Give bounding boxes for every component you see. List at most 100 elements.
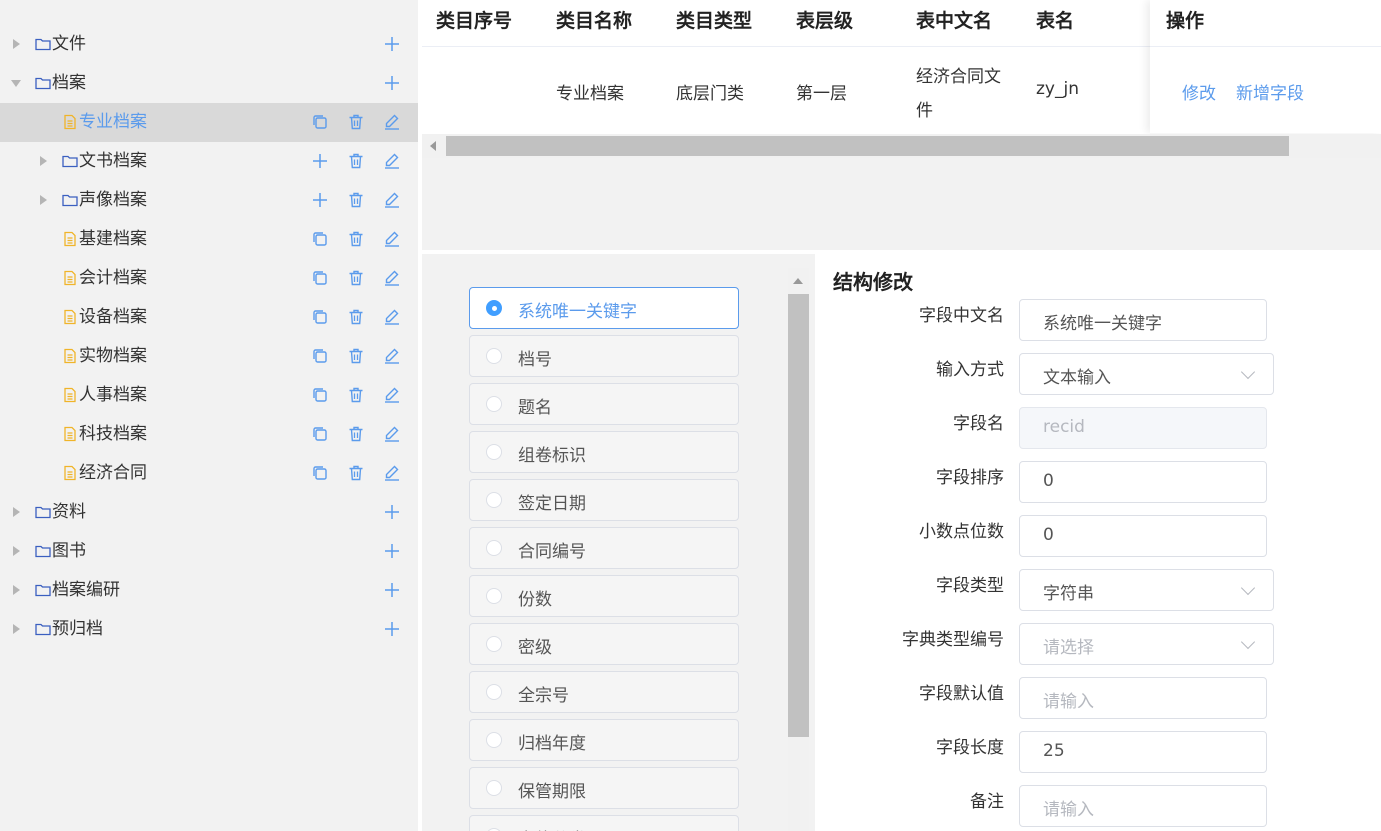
table-horizontal-scrollbar[interactable] [422, 134, 1381, 158]
chevron-down-icon[interactable] [1240, 634, 1256, 650]
delete-icon[interactable] [347, 269, 365, 287]
copy-icon[interactable] [311, 464, 329, 482]
form-input[interactable]: 0 [1019, 515, 1267, 557]
field-radio-option[interactable]: 档号 [469, 335, 739, 377]
chevron-down-icon[interactable] [1240, 364, 1256, 380]
field-radio-option[interactable]: 归档年度 [469, 719, 739, 761]
tree-item[interactable]: 预归档 [0, 610, 418, 649]
edit-icon[interactable] [383, 308, 401, 326]
field-radio-option[interactable]: 系统唯一关键字 [469, 287, 739, 329]
tree-item[interactable]: 经济合同 [0, 454, 418, 493]
tree-item[interactable]: 人事档案 [0, 376, 418, 415]
add-field-link[interactable]: 新增字段 [1236, 79, 1304, 104]
copy-icon[interactable] [311, 308, 329, 326]
tree-item[interactable]: 实物档案 [0, 337, 418, 376]
caret-right-icon[interactable] [13, 585, 20, 595]
add-icon[interactable] [383, 35, 401, 53]
radio-circle-icon[interactable] [486, 348, 502, 364]
radio-circle-icon[interactable] [486, 444, 502, 460]
edit-icon[interactable] [383, 191, 401, 209]
edit-icon[interactable] [383, 230, 401, 248]
radio-circle-icon[interactable] [486, 684, 502, 700]
add-icon[interactable] [383, 74, 401, 92]
scroll-left-arrow-icon[interactable] [430, 141, 436, 151]
field-radio-option[interactable]: 合同编号 [469, 527, 739, 569]
scroll-up-arrow-icon[interactable] [793, 278, 803, 284]
tree-item[interactable]: 资料 [0, 493, 418, 532]
caret-right-icon[interactable] [13, 39, 20, 49]
field-radio-option[interactable]: 密级 [469, 623, 739, 665]
edit-icon[interactable] [383, 347, 401, 365]
radio-circle-icon[interactable] [486, 780, 502, 796]
field-radio-option[interactable]: 组卷标识 [469, 431, 739, 473]
delete-icon[interactable] [347, 347, 365, 365]
delete-icon[interactable] [347, 191, 365, 209]
delete-icon[interactable] [347, 425, 365, 443]
radio-circle-icon[interactable] [486, 540, 502, 556]
tree-item[interactable]: 会计档案 [0, 259, 418, 298]
tree-item[interactable]: 基建档案 [0, 220, 418, 259]
tree-item[interactable]: 声像档案 [0, 181, 418, 220]
delete-icon[interactable] [347, 464, 365, 482]
form-select[interactable]: 请选择 [1019, 623, 1274, 665]
form-select[interactable]: 文本输入 [1019, 353, 1274, 395]
field-radio-option[interactable]: 份数 [469, 575, 739, 617]
field-radio-option[interactable]: 题名 [469, 383, 739, 425]
add-icon[interactable] [311, 191, 329, 209]
copy-icon[interactable] [311, 425, 329, 443]
chevron-down-icon[interactable] [1240, 580, 1256, 596]
scroll-thumb[interactable] [788, 294, 809, 737]
radio-circle-icon[interactable] [486, 732, 502, 748]
add-icon[interactable] [383, 503, 401, 521]
scroll-thumb[interactable] [446, 136, 1289, 156]
caret-right-icon[interactable] [40, 195, 47, 205]
caret-right-icon[interactable] [13, 546, 20, 556]
radio-circle-icon[interactable] [486, 588, 502, 604]
field-list-scrollbar[interactable] [788, 268, 809, 831]
copy-icon[interactable] [311, 347, 329, 365]
tree-item[interactable]: 科技档案 [0, 415, 418, 454]
radio-circle-icon[interactable] [486, 492, 502, 508]
field-radio-option[interactable]: 保管期限 [469, 767, 739, 809]
tree-item[interactable]: 档案编研 [0, 571, 418, 610]
edit-icon[interactable] [383, 464, 401, 482]
delete-icon[interactable] [347, 113, 365, 131]
form-input[interactable]: 0 [1019, 461, 1267, 503]
add-icon[interactable] [311, 152, 329, 170]
copy-icon[interactable] [311, 113, 329, 131]
form-input[interactable]: 请输入 [1019, 785, 1267, 827]
copy-icon[interactable] [311, 386, 329, 404]
add-icon[interactable] [383, 581, 401, 599]
edit-icon[interactable] [383, 425, 401, 443]
radio-circle-icon[interactable] [486, 636, 502, 652]
add-icon[interactable] [383, 620, 401, 638]
tree-item[interactable]: 设备档案 [0, 298, 418, 337]
caret-right-icon[interactable] [13, 624, 20, 634]
form-select[interactable]: 字符串 [1019, 569, 1274, 611]
edit-icon[interactable] [383, 269, 401, 287]
delete-icon[interactable] [347, 308, 365, 326]
caret-right-icon[interactable] [40, 156, 47, 166]
copy-icon[interactable] [311, 230, 329, 248]
caret-right-icon[interactable] [13, 507, 20, 517]
tree-item[interactable]: 文书档案 [0, 142, 418, 181]
add-icon[interactable] [383, 542, 401, 560]
radio-circle-icon[interactable] [486, 300, 502, 316]
field-radio-option[interactable]: 签定日期 [469, 479, 739, 521]
field-radio-option[interactable]: 全宗号 [469, 671, 739, 713]
delete-icon[interactable] [347, 230, 365, 248]
edit-icon[interactable] [383, 386, 401, 404]
edit-icon[interactable] [383, 152, 401, 170]
form-input[interactable]: 请输入 [1019, 677, 1267, 719]
radio-circle-icon[interactable] [486, 396, 502, 412]
delete-icon[interactable] [347, 386, 365, 404]
edit-icon[interactable] [383, 113, 401, 131]
caret-down-icon[interactable] [11, 80, 21, 87]
form-input[interactable]: 25 [1019, 731, 1267, 773]
delete-icon[interactable] [347, 152, 365, 170]
tree-item[interactable]: 档案 [0, 64, 418, 103]
tree-item[interactable]: 文件 [0, 25, 418, 64]
field-radio-option[interactable]: 实体分类号 [469, 815, 739, 831]
copy-icon[interactable] [311, 269, 329, 287]
tree-item[interactable]: 图书 [0, 532, 418, 571]
